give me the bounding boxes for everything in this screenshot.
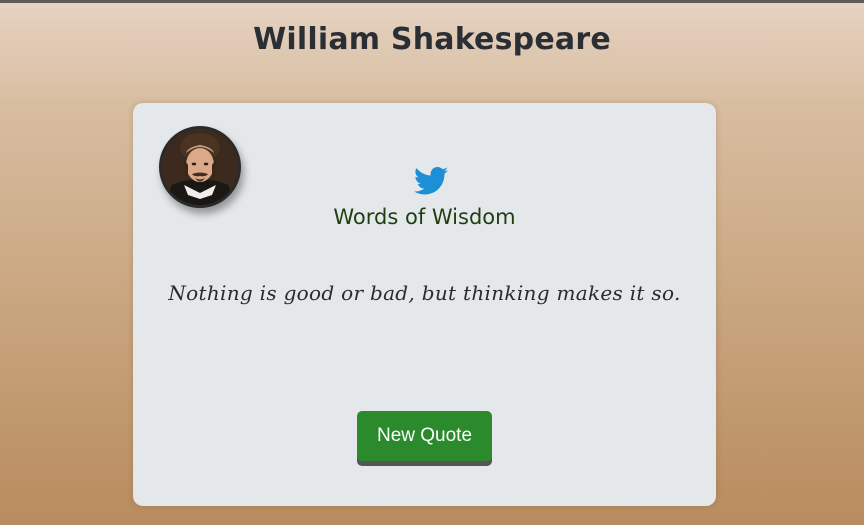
twitter-bird-icon[interactable] [414, 166, 448, 196]
window-top-border [0, 0, 864, 3]
quote-card: Words of Wisdom Nothing is good or bad, … [133, 103, 716, 506]
card-heading: Words of Wisdom [333, 205, 516, 229]
portrait-image [162, 129, 238, 205]
quote-text: Nothing is good or bad, but thinking mak… [168, 281, 681, 305]
portrait-avatar [159, 126, 241, 208]
title-divider [131, 74, 716, 75]
page-title: William Shakespeare [253, 22, 611, 57]
new-quote-button[interactable]: New Quote [357, 411, 492, 461]
